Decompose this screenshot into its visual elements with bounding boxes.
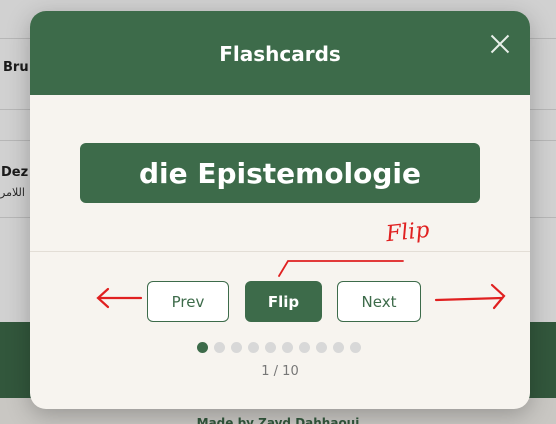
pagination-dot[interactable] xyxy=(299,342,310,353)
card-counter: 1 / 10 xyxy=(261,364,299,379)
divider xyxy=(30,251,530,252)
pagination-dots xyxy=(197,342,361,354)
pagination-dot[interactable] xyxy=(282,342,293,353)
pagination-dot[interactable] xyxy=(231,342,242,353)
flashcard[interactable]: die Epistemologie xyxy=(80,143,480,203)
pagination-dot[interactable] xyxy=(197,342,208,353)
close-icon[interactable] xyxy=(488,32,512,56)
pagination-dot[interactable] xyxy=(350,342,361,353)
next-button[interactable]: Next xyxy=(337,281,421,322)
pagination-dot[interactable] xyxy=(265,342,276,353)
modal-title: Flashcards xyxy=(219,42,341,66)
flip-annotation: Flip xyxy=(384,217,431,248)
pagination-dot[interactable] xyxy=(333,342,344,353)
flashcard-text: die Epistemologie xyxy=(138,156,422,190)
pagination-dot[interactable] xyxy=(214,342,225,353)
modal-header: Flashcards xyxy=(30,11,530,95)
flip-button[interactable]: Flip xyxy=(245,281,322,322)
prev-button[interactable]: Prev xyxy=(147,281,229,322)
pagination-dot[interactable] xyxy=(316,342,327,353)
pagination-dot[interactable] xyxy=(248,342,259,353)
flashcards-modal: Flashcards die Epistemologie Prev Flip N… xyxy=(30,11,530,409)
